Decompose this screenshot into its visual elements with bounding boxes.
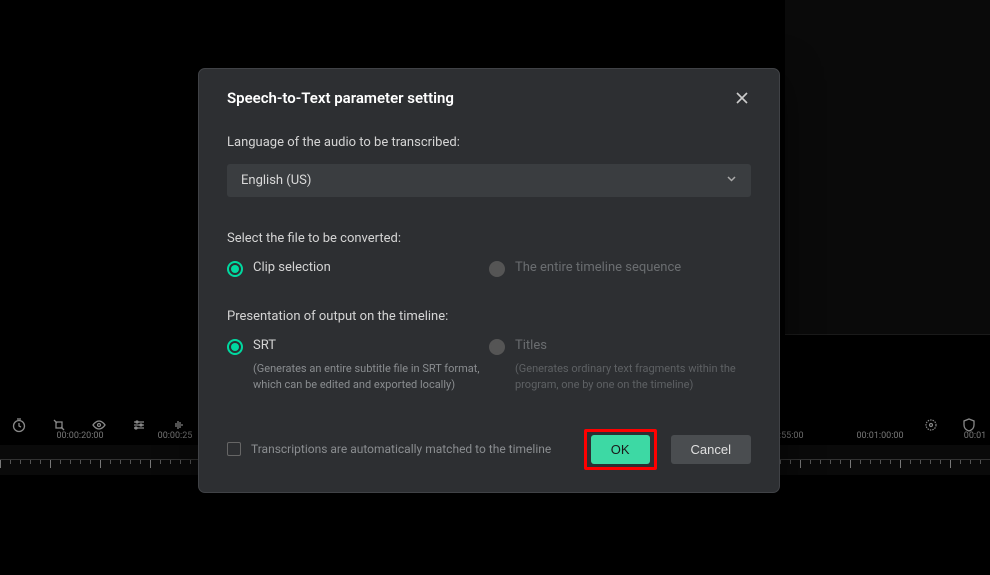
- radio-clip-selection[interactable]: Clip selection: [227, 260, 489, 277]
- radio-description: (Generates ordinary text fragments withi…: [515, 361, 745, 393]
- file-select-label: Select the file to be converted:: [227, 231, 751, 246]
- radio-icon: [227, 339, 243, 355]
- radio-label: The entire timeline sequence: [515, 260, 681, 275]
- radio-icon: [489, 261, 505, 277]
- ruler-label: 00:00:25: [158, 431, 193, 441]
- ok-button[interactable]: OK: [591, 435, 650, 464]
- radio-icon: [227, 261, 243, 277]
- ok-highlight: OK: [584, 429, 657, 470]
- language-select[interactable]: English (US): [227, 164, 751, 197]
- auto-match-checkbox[interactable]: Transcriptions are automatically matched…: [227, 442, 551, 456]
- radio-description: (Generates an entire subtitle file in SR…: [253, 361, 483, 393]
- checkbox-label: Transcriptions are automatically matched…: [251, 442, 551, 456]
- language-value: English (US): [241, 173, 311, 188]
- ruler-label: 00:01: [964, 431, 986, 441]
- output-label: Presentation of output on the timeline:: [227, 309, 751, 324]
- radio-titles[interactable]: Titles: [489, 338, 751, 355]
- cancel-button[interactable]: Cancel: [671, 435, 751, 464]
- radio-label: SRT: [253, 338, 276, 353]
- radio-icon: [489, 339, 505, 355]
- ruler-label: 00:01:00:00: [856, 431, 903, 441]
- close-button[interactable]: [733, 89, 751, 107]
- checkbox-icon: [227, 442, 241, 456]
- stopwatch-icon[interactable]: [10, 416, 28, 434]
- preview-pane: [785, 0, 990, 335]
- language-label: Language of the audio to be transcribed:: [227, 135, 751, 150]
- dialog-title: Speech-to-Text parameter setting: [227, 89, 454, 107]
- radio-srt[interactable]: SRT: [227, 338, 489, 355]
- radio-entire-timeline[interactable]: The entire timeline sequence: [489, 260, 751, 277]
- radio-label: Clip selection: [253, 260, 331, 275]
- radio-label: Titles: [515, 338, 547, 353]
- chevron-down-icon: [726, 173, 737, 188]
- sliders-icon[interactable]: [130, 416, 148, 434]
- ruler-label: 00:00:20:00: [56, 431, 103, 441]
- settings-gear-icon[interactable]: [922, 416, 940, 434]
- speech-to-text-dialog: Speech-to-Text parameter setting Languag…: [198, 68, 780, 493]
